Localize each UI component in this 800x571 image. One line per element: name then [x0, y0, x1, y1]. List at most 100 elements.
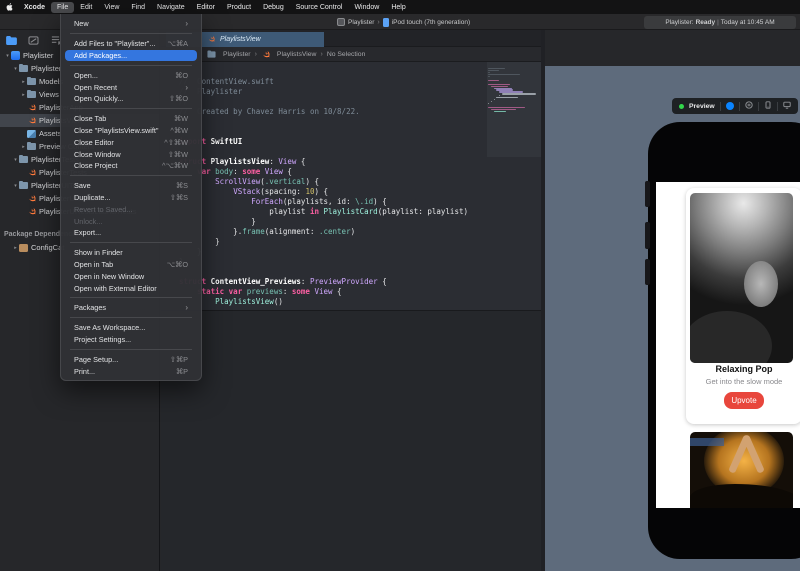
status-divider: | [717, 18, 719, 26]
jump-bar[interactable]: Playlister › PlaylistsView › No Selection [161, 47, 541, 62]
menu-item-close-project[interactable]: Close Project ^⌥⌘W [65, 160, 197, 172]
disclosure-open-icon[interactable]: ▾ [12, 157, 19, 163]
menu-item-close-tab[interactable]: Close Tab ⌘W [65, 113, 197, 125]
divider [757, 101, 759, 111]
menu-item-open-recent[interactable]: Open Recent › [65, 81, 197, 93]
code-line: struct ContentView_Previews: PreviewProv… [179, 277, 387, 286]
menu-help[interactable]: Help [385, 2, 411, 13]
menu-product[interactable]: Product [221, 2, 257, 13]
run-destination-label[interactable]: iPod touch (7th generation) [392, 19, 470, 26]
status-project: Playlister: [665, 18, 694, 26]
upvote-button[interactable]: Upvote [724, 392, 764, 409]
swift-file-icon [207, 35, 216, 44]
menu-view[interactable]: View [98, 2, 125, 13]
code-line: // Created by Chavez Harris on 10/8/22. [179, 107, 360, 116]
menu-editor[interactable]: Editor [191, 2, 221, 13]
code-line: VStack(spacing: 10) { [233, 187, 329, 196]
activity-status-pill: Playlister: Ready | Today at 10:45 AM [644, 15, 796, 29]
disclosure-open-icon[interactable]: ▾ [4, 53, 11, 59]
swift-file-icon [27, 103, 36, 112]
menu-item-close-playlistsview-swift[interactable]: Close "PlaylistsView.swift" ^⌘W [65, 125, 197, 137]
swift-file-icon [261, 50, 270, 59]
menu-separator [70, 175, 192, 177]
menu-edit[interactable]: Edit [74, 2, 98, 13]
canvas-header [545, 30, 800, 66]
editor-minimap[interactable] [487, 62, 541, 157]
menu-find[interactable]: Find [125, 2, 151, 13]
apple-menu-icon[interactable] [0, 3, 18, 11]
code-line: // [179, 117, 468, 127]
menu-separator [70, 64, 192, 66]
breadcrumb-segment-no-selection[interactable]: No Selection [327, 51, 366, 58]
menu-item-export[interactable]: Export... [65, 227, 197, 239]
code-line: } [215, 237, 220, 246]
menu-item-save[interactable]: Save ⌘S [65, 180, 197, 192]
minimap-line [488, 79, 500, 81]
minimap-line [493, 99, 495, 101]
assets-icon [27, 129, 36, 138]
menu-item-close-editor[interactable]: Close Editor ^⇧⌘W [65, 136, 197, 148]
menu-navigate[interactable]: Navigate [151, 2, 191, 13]
breadcrumb-segment-playlistsview[interactable]: PlaylistsView [277, 51, 317, 58]
menu-item-print[interactable]: Print... ⌘P [65, 365, 197, 377]
display-icon[interactable] [783, 101, 791, 111]
menu-separator [70, 242, 192, 244]
scheme-project-label[interactable]: Playlister [348, 19, 374, 26]
menu-item-open-in-new-window[interactable]: Open in New Window [65, 270, 197, 282]
disclosure-closed-icon[interactable]: ▸ [20, 79, 27, 85]
breadcrumb-chevron: › [254, 50, 257, 58]
disclosure-open-icon[interactable]: ▾ [12, 183, 19, 189]
submenu-arrow-icon: › [185, 303, 188, 313]
minimap-line [488, 73, 520, 76]
menu-item-open[interactable]: Open... ⌘O [65, 69, 197, 81]
menu-item-page-setup[interactable]: Page Setup... ⇧⌘P [65, 353, 197, 365]
code-line: static var previews: some View { [197, 287, 342, 296]
disclosure-closed-icon[interactable]: ▸ [20, 92, 27, 98]
preview-toolbar: Preview [672, 98, 798, 114]
project-navigator-icon[interactable] [6, 35, 17, 45]
playlist-cover-photo-2 [690, 432, 793, 508]
minimap-line [490, 108, 517, 111]
swift-file-icon [27, 168, 36, 177]
folder-icon [27, 89, 36, 98]
breadcrumb-segment-playlister[interactable]: Playlister [223, 51, 251, 58]
menu-item-new[interactable]: New › [65, 18, 197, 30]
disclosure-closed-icon[interactable]: ▸ [12, 245, 19, 251]
disclosure-open-icon[interactable]: ▾ [12, 66, 19, 72]
navigator-row-label: Views [39, 90, 59, 99]
menu-item-close-window[interactable]: Close Window ⇧⌘W [65, 148, 197, 160]
scheme-chevron: › [377, 18, 380, 26]
menu-item-save-as-workspace[interactable]: Save As Workspace... [65, 322, 197, 334]
menu-item-project-settings[interactable]: Project Settings... [65, 334, 197, 346]
source-control-navigator-icon[interactable] [28, 35, 39, 45]
menu-item-packages[interactable]: Packages › [65, 302, 197, 314]
disclosure-closed-icon[interactable]: ▸ [20, 144, 27, 150]
ipod-touch-device: Relaxing Pop Get into the slow mode Upvo… [645, 122, 800, 559]
menu-file[interactable]: File [51, 1, 75, 13]
menu-item-add-packages[interactable]: Add Packages... [65, 49, 197, 62]
preview-on-device-icon[interactable] [764, 101, 772, 111]
code-text[interactable]: // ContentView.swift// Playlister//// Cr… [179, 77, 468, 307]
menu-xcode[interactable]: Xcode [18, 2, 51, 13]
menu-item-show-in-finder[interactable]: Show in Finder [65, 247, 197, 259]
run-destination-widget[interactable]: Playlister › iPod touch (7th generation) [337, 16, 470, 28]
menu-item-open-with-external-editor[interactable]: Open with External Editor [65, 282, 197, 294]
status-time: Today at 10:45 AM [720, 18, 775, 26]
menu-separator [70, 33, 192, 35]
menu-item-open-in-tab[interactable]: Open in Tab ⌥⌘O [65, 259, 197, 271]
pause-icon[interactable] [745, 101, 753, 111]
menu-source-control[interactable]: Source Control [290, 2, 349, 13]
menu-item-add-files-to-playlister[interactable]: Add Files to "Playlister"... ⌥⌘A [65, 38, 197, 50]
editor-tab-bar: PlaylistsView [161, 30, 541, 47]
status-state: Ready [695, 18, 716, 26]
breadcrumb-chevron: › [320, 50, 323, 58]
navigator-row-label: Playlister [23, 51, 54, 60]
menu-window[interactable]: Window [348, 2, 385, 13]
code-line: } [179, 247, 468, 257]
live-preview-icon[interactable] [725, 102, 734, 110]
minimap-line [488, 83, 511, 85]
menu-item-open-quickly[interactable]: Open Quickly... ⇧⌘O [65, 93, 197, 105]
menu-debug[interactable]: Debug [257, 2, 290, 13]
menu-item-duplicate[interactable]: Duplicate... ⇧⌘S [65, 192, 197, 204]
